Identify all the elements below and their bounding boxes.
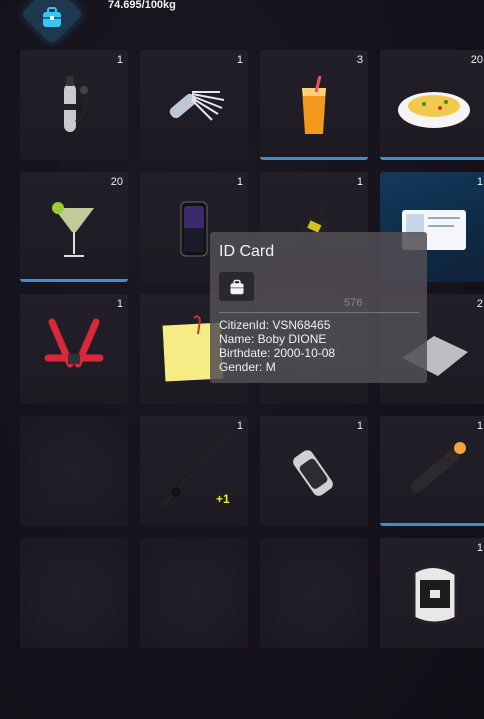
item-count: 1 <box>476 542 483 554</box>
tooltip-item-box <box>219 272 254 301</box>
item-count: 1 <box>356 420 363 432</box>
inventory-slot-5[interactable]: 20 <box>20 172 128 282</box>
inventory-slot-9[interactable]: 1 <box>20 294 128 404</box>
inventory-slot-2[interactable]: 1 <box>140 50 248 160</box>
harness-icon <box>44 318 104 368</box>
item-count: 1 <box>116 54 123 66</box>
parachute-bag-icon <box>412 565 458 625</box>
item-count: 3 <box>356 54 363 66</box>
inventory-slot-3[interactable]: 3 <box>260 50 368 160</box>
item-upgrade-badge: +1 <box>216 492 230 506</box>
weight-readout: 74.695/100kg <box>108 0 176 11</box>
citizen-birthdate: Birthdate: 2000-10-08 <box>219 346 336 360</box>
item-count: 1 <box>356 176 363 188</box>
item-count: 1 <box>476 420 483 432</box>
tooltip-title: ID Card <box>219 243 275 260</box>
item-count: 2 <box>476 298 483 310</box>
inventory-slot-16[interactable]: 1 <box>380 416 484 526</box>
item-progress-bar <box>380 523 484 526</box>
inventory-slot-1[interactable]: 1 <box>20 50 128 160</box>
item-progress-bar <box>260 157 368 160</box>
power-bank-icon <box>293 450 333 496</box>
citizen-gender: Gender: M <box>219 360 276 374</box>
inventory-header: 74.695/100kg <box>0 0 484 46</box>
lockpick-set-icon <box>169 91 225 121</box>
item-count: 1 <box>236 420 243 432</box>
backpack-icon <box>230 279 244 295</box>
cocktail-glass-icon <box>52 202 94 257</box>
tooltip-info: CitizenId: VSN68465 Name: Boby DIONE Bir… <box>219 318 335 374</box>
item-progress-bar <box>20 279 128 282</box>
flashlight-icon <box>410 442 466 493</box>
item-count: 1 <box>116 298 123 310</box>
item-count: 1 <box>236 176 243 188</box>
item-count: 1 <box>476 176 483 188</box>
tooltip-number: 576 <box>344 297 363 309</box>
item-progress-bar <box>380 157 484 160</box>
inventory-slot-4[interactable]: 20 <box>380 50 484 160</box>
item-tooltip: ID Card 576 CitizenId: VSN68465 Name: Bo… <box>210 232 427 383</box>
oxygen-tank-icon <box>64 76 89 132</box>
inventory-slot-14[interactable]: 1 +1 <box>140 416 248 526</box>
citizen-id: CitizenId: VSN68465 <box>219 318 331 332</box>
item-count: 1 <box>236 54 243 66</box>
inventory-slot-13[interactable] <box>20 416 128 526</box>
orange-juice-icon <box>302 75 326 134</box>
tooltip-divider <box>219 312 419 313</box>
omelette-plate-icon <box>398 92 470 128</box>
inventory-slot-15[interactable]: 1 <box>260 416 368 526</box>
inventory-slot-19[interactable] <box>260 538 368 648</box>
backpack-icon <box>43 7 61 27</box>
inventory-slot-18[interactable] <box>140 538 248 648</box>
citizen-name: Name: Boby DIONE <box>219 332 327 346</box>
inventory-slot-20[interactable]: 1 <box>380 538 484 648</box>
inventory-slot-17[interactable] <box>20 538 128 648</box>
